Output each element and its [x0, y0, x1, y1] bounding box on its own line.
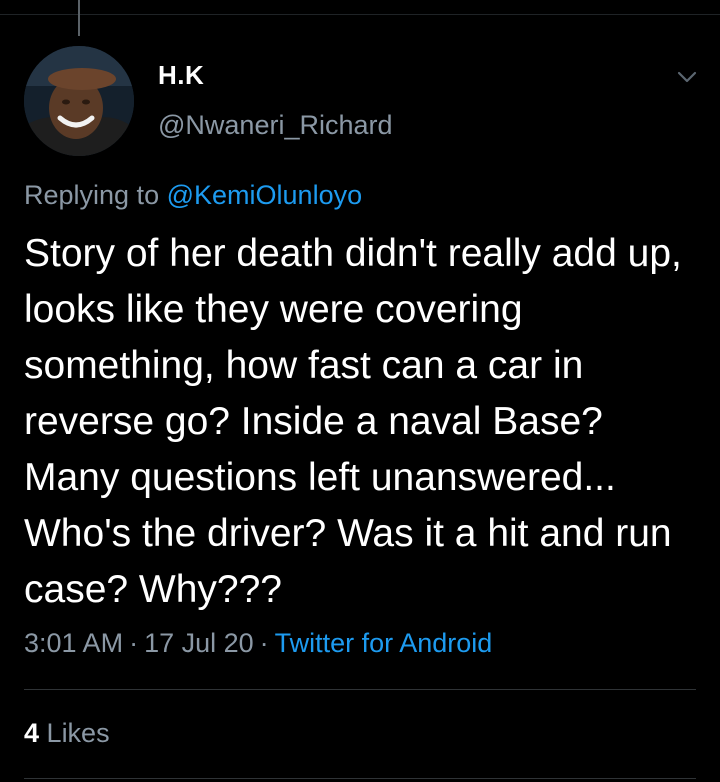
top-divider [0, 14, 720, 15]
divider [24, 778, 696, 779]
avatar-image [24, 46, 134, 156]
likes-label: Likes [46, 718, 110, 748]
tweet-time[interactable]: 3:01 AM [24, 628, 123, 658]
thread-connector-line [78, 0, 80, 36]
chevron-down-icon[interactable] [672, 62, 702, 92]
reply-mention-link[interactable]: @KemiOlunloyo [167, 180, 363, 210]
likes-stat[interactable]: 4 Likes [24, 718, 110, 749]
tweet-source-link[interactable]: Twitter for Android [275, 628, 493, 658]
tweet-date[interactable]: 17 Jul 20 [144, 628, 254, 658]
avatar[interactable] [24, 46, 134, 156]
meta-separator: · [129, 628, 139, 658]
author-display-name[interactable]: H.K [158, 60, 204, 91]
meta-separator: · [259, 628, 269, 658]
replying-to-label: Replying to [24, 180, 160, 210]
tweet-meta: 3:01 AM · 17 Jul 20 · Twitter for Android [24, 628, 492, 659]
divider [24, 689, 696, 690]
likes-count: 4 [24, 718, 40, 748]
replying-to-line: Replying to @KemiOlunloyo [24, 180, 362, 211]
tweet-text: Story of her death didn't really add up,… [24, 232, 682, 611]
author-handle[interactable]: @Nwaneri_Richard [158, 110, 393, 141]
